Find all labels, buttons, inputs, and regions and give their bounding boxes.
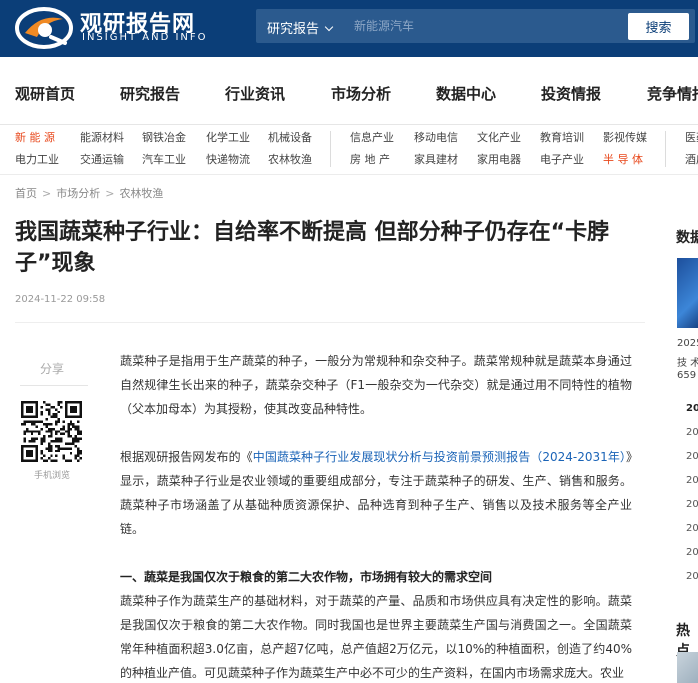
article-paragraph: 蔬菜种子是指用于生产蔬菜的种子，一般分为常规种和杂交种子。蔬菜常规种就是蔬菜本身… bbox=[120, 354, 632, 416]
nav-reports[interactable]: 研究报告 bbox=[120, 83, 180, 104]
category-link[interactable]: 移动电信 bbox=[414, 129, 458, 145]
category-link[interactable]: 新 能 源 bbox=[15, 129, 55, 145]
sidebar-thumbnail[interactable] bbox=[677, 258, 698, 328]
publish-date: 2024-11-22 09:58 bbox=[15, 294, 106, 305]
sidebar-text[interactable]: 659 bbox=[677, 370, 696, 381]
section-heading: 一、蔬菜是我国仅次于粮食的第二大农作物，市场拥有较大的需求空间 bbox=[120, 570, 493, 584]
search-button[interactable]: 搜索 bbox=[628, 13, 689, 40]
sidebar-list-item[interactable]: 20 bbox=[686, 523, 698, 534]
category-link[interactable]: 影视传媒 bbox=[603, 129, 647, 145]
chevron-down-icon bbox=[324, 22, 334, 32]
category-link[interactable]: 快递物流 bbox=[206, 151, 250, 167]
category-link[interactable]: 机械设备 bbox=[268, 129, 312, 145]
sidebar-title: 数据 bbox=[676, 230, 698, 246]
category-link[interactable]: 家具建材 bbox=[414, 151, 458, 167]
breadcrumb-home[interactable]: 首页 bbox=[15, 187, 37, 200]
nav-home[interactable]: 观研首页 bbox=[15, 83, 75, 104]
sidebar-text[interactable]: 2025 bbox=[677, 338, 698, 349]
search-bar: 研究报告 搜索 bbox=[256, 9, 695, 43]
divider bbox=[330, 131, 331, 167]
divider bbox=[20, 385, 88, 386]
category-link[interactable]: 医药 bbox=[685, 129, 698, 145]
sidebar-list-item[interactable]: 20 bbox=[686, 475, 698, 486]
qr-code-icon bbox=[21, 401, 82, 462]
breadcrumb: 首页 > 市场分析 > 农林牧渔 bbox=[15, 185, 163, 201]
search-category-select[interactable]: 研究报告 bbox=[267, 18, 334, 37]
category-link[interactable]: 家用电器 bbox=[477, 151, 521, 167]
category-link[interactable]: 交通运输 bbox=[80, 151, 124, 167]
category-link[interactable]: 电子产业 bbox=[540, 151, 584, 167]
logo-icon[interactable] bbox=[15, 7, 73, 49]
breadcrumb-market[interactable]: 市场分析 bbox=[56, 187, 100, 200]
share-label[interactable]: 分享 bbox=[40, 360, 64, 377]
sidebar-list-item[interactable]: 20 bbox=[686, 499, 698, 510]
divider bbox=[15, 322, 645, 323]
sidebar-text[interactable]: 技 术 bbox=[677, 354, 698, 369]
category-link[interactable]: 能源材料 bbox=[80, 129, 124, 145]
article-paragraph: 根据观研报告网发布的《中国蔬菜种子行业发展现状分析与投资前景预测报告（2024-… bbox=[120, 450, 632, 536]
sidebar-list-item[interactable]: 20 bbox=[686, 571, 698, 582]
breadcrumb-category[interactable]: 农林牧渔 bbox=[119, 187, 163, 200]
search-input[interactable] bbox=[354, 13, 614, 39]
nav-data-center[interactable]: 数据中心 bbox=[436, 83, 496, 104]
sidebar-list-item[interactable]: 20 bbox=[686, 403, 698, 414]
top-header: 观研报告网 INSIGHT AND INFO 研究报告 搜索 bbox=[0, 0, 698, 57]
category-link[interactable]: 汽车工业 bbox=[142, 151, 186, 167]
logo-subtitle: INSIGHT AND INFO bbox=[82, 32, 208, 43]
search-category-label: 研究报告 bbox=[267, 22, 320, 37]
category-link[interactable]: 信息产业 bbox=[350, 129, 394, 145]
article-body: 蔬菜种子是指用于生产蔬菜的种子，一般分为常规种和杂交种子。蔬菜常规种就是蔬菜本身… bbox=[120, 349, 632, 683]
page-title: 我国蔬菜种子行业：自给率不断提高 但部分种子仍存在“卡脖子”现象 bbox=[15, 220, 610, 276]
category-link[interactable]: 文化产业 bbox=[477, 129, 521, 145]
category-link[interactable]: 半 导 体 bbox=[603, 151, 643, 167]
category-nav: 新 能 源 能源材料 钢铁冶金 化学工业 机械设备 信息产业 移动电信 文化产业… bbox=[0, 125, 698, 175]
main-nav: 观研首页 研究报告 行业资讯 市场分析 数据中心 投资情报 竞争情报 bbox=[0, 57, 698, 125]
nav-investment[interactable]: 投资情报 bbox=[541, 83, 601, 104]
nav-industry-news[interactable]: 行业资讯 bbox=[225, 83, 285, 104]
category-link[interactable]: 酒店 bbox=[685, 151, 698, 167]
nav-market-analysis[interactable]: 市场分析 bbox=[331, 83, 391, 104]
category-link[interactable]: 农林牧渔 bbox=[268, 151, 312, 167]
divider bbox=[665, 131, 666, 167]
sidebar-thumbnail[interactable] bbox=[677, 652, 698, 683]
category-link[interactable]: 钢铁冶金 bbox=[142, 129, 186, 145]
category-link[interactable]: 化学工业 bbox=[206, 129, 250, 145]
chevron-right-icon: > bbox=[42, 187, 52, 200]
category-link[interactable]: 教育培训 bbox=[540, 129, 584, 145]
qr-label: 手机浏览 bbox=[34, 471, 71, 481]
sidebar-list-item[interactable]: 20 bbox=[686, 451, 698, 462]
category-link[interactable]: 房 地 产 bbox=[350, 151, 390, 167]
article-paragraph: 蔬菜种子作为蔬菜生产的基础材料，对于蔬菜的产量、品质和市场供应具有决定性的影响。… bbox=[120, 594, 632, 680]
sidebar-list-item[interactable]: 20 bbox=[686, 427, 698, 438]
sidebar-list-item[interactable]: 20 bbox=[686, 547, 698, 558]
chevron-right-icon: > bbox=[105, 187, 115, 200]
category-link[interactable]: 电力工业 bbox=[15, 151, 59, 167]
nav-competition[interactable]: 竞争情报 bbox=[647, 83, 698, 104]
report-link[interactable]: 中国蔬菜种子行业发展现状分析与投资前景预测报告（2024-2031年） bbox=[253, 450, 626, 464]
